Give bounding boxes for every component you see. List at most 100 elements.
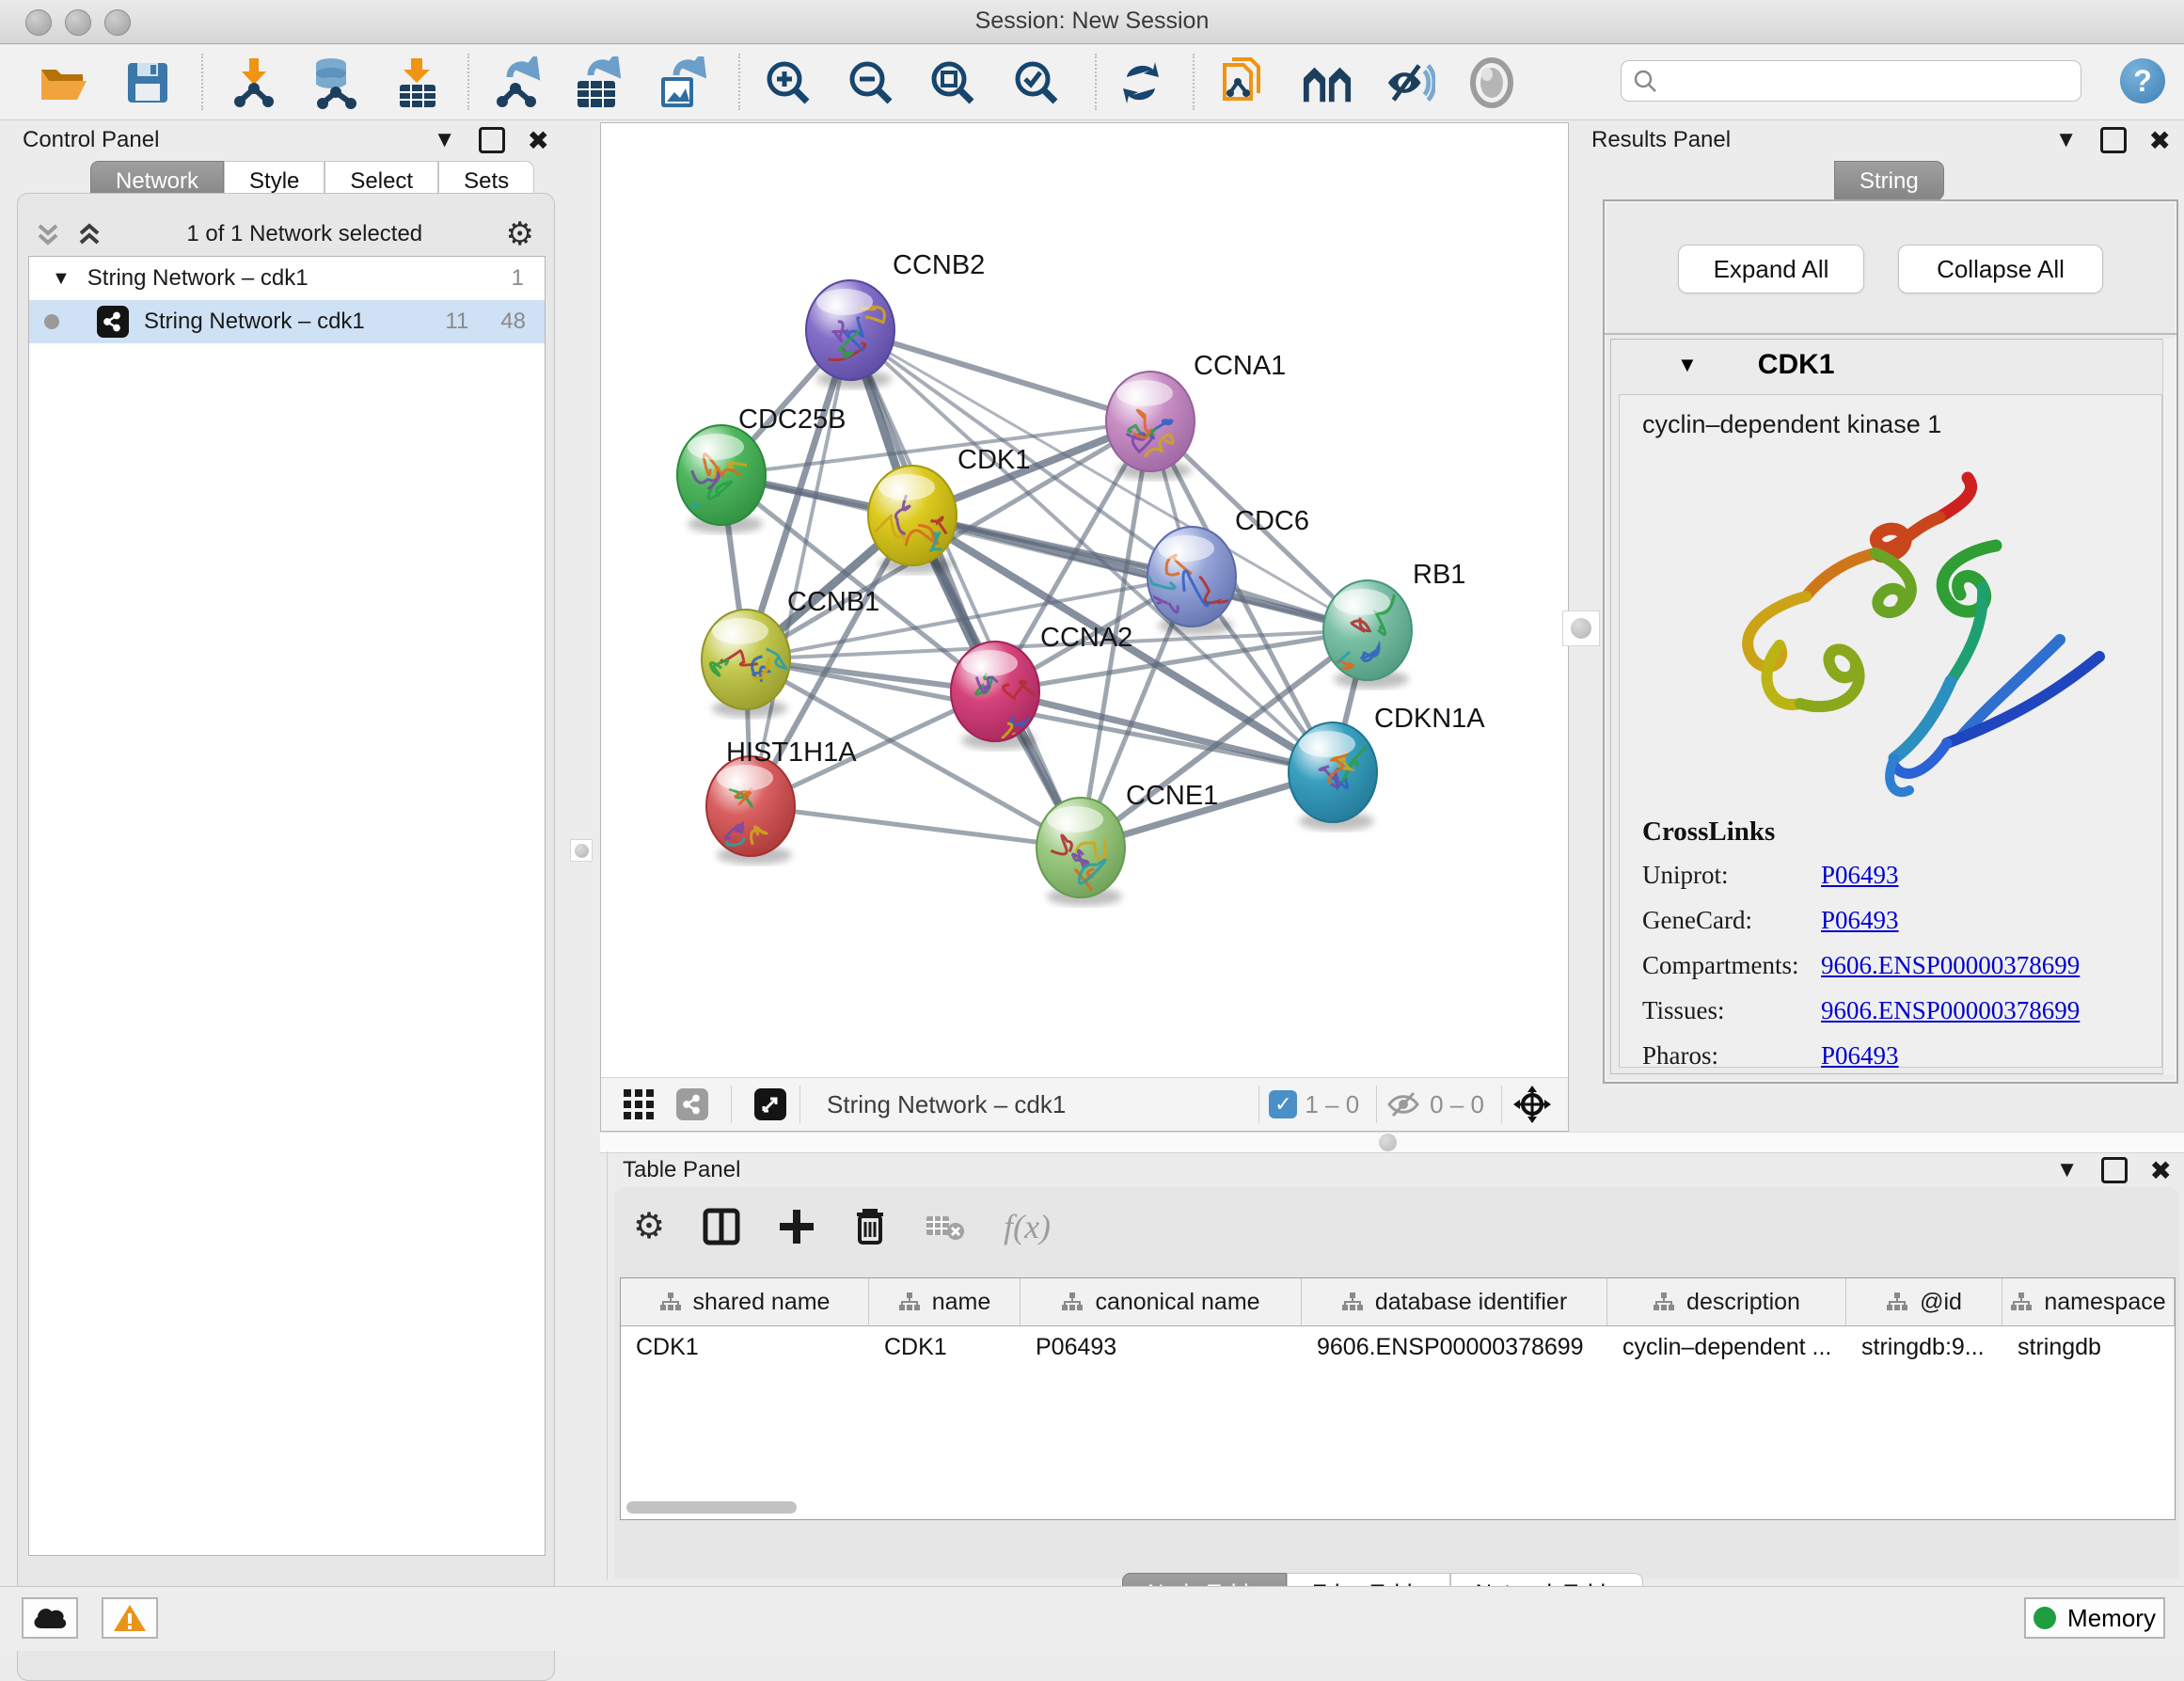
node-label-ccna2: CCNA2 <box>1040 623 1132 653</box>
crosslink-value-link[interactable]: P06493 <box>1821 1041 1899 1070</box>
save-floppy-icon <box>126 61 169 104</box>
clone-network-button[interactable] <box>1218 57 1269 108</box>
warnings-button[interactable] <box>102 1597 158 1639</box>
import-network-file-button[interactable] <box>229 57 279 108</box>
network-row-selected[interactable]: String Network – cdk1 11 48 <box>29 300 545 343</box>
zoom-in-icon <box>764 58 813 107</box>
open-session-button[interactable] <box>39 57 89 108</box>
column-header-label: namespace <box>2044 1289 2165 1316</box>
fit-selection-crosshair-icon[interactable] <box>1511 1084 1553 1125</box>
crosslink-label: GeneCard: <box>1620 906 1821 935</box>
results-close-icon[interactable]: ✖ <box>2149 125 2171 156</box>
network-edge[interactable] <box>850 330 1150 421</box>
panel-float-icon[interactable]: ▼ <box>434 127 456 153</box>
network-edge[interactable] <box>751 330 850 806</box>
tab-string[interactable]: String <box>1834 161 1944 200</box>
zoom-in-button[interactable] <box>763 57 814 108</box>
table-horizontal-scrollbar[interactable] <box>626 1501 797 1514</box>
horizontal-splitter-handle[interactable] <box>1379 1134 1397 1151</box>
save-session-button[interactable] <box>122 57 173 108</box>
panel-maximize-icon[interactable] <box>479 127 505 153</box>
table-float-icon[interactable]: ▼ <box>2056 1157 2079 1183</box>
delete-table-icon[interactable] <box>925 1211 966 1243</box>
eye-slash-icon <box>1385 59 1435 106</box>
node-label-cdk1: CDK1 <box>957 445 1030 475</box>
cloud-status-button[interactable] <box>22 1597 78 1639</box>
help-button[interactable]: ? <box>2120 58 2165 103</box>
export-network-button[interactable] <box>493 57 544 108</box>
column-header-label: name <box>932 1289 991 1316</box>
horizontal-splitter[interactable] <box>600 1132 2184 1153</box>
column-header-shared-name[interactable]: shared name <box>621 1278 869 1325</box>
import-network-database-button[interactable] <box>308 57 358 108</box>
crosslink-value-link[interactable]: 9606.ENSP00000378699 <box>1821 996 2080 1025</box>
collapse-all-networks-icon[interactable] <box>34 220 62 248</box>
first-neighbors-button[interactable] <box>1302 57 1353 108</box>
control-panel: Control Panel ▼ ✖ NetworkStyleSelectSets… <box>9 119 559 1565</box>
crosslink-value-link[interactable]: P06493 <box>1821 906 1899 935</box>
network-edge-count: 48 <box>500 309 526 335</box>
table-maximize-icon[interactable] <box>2101 1157 2128 1183</box>
birdseye-grid-icon[interactable] <box>622 1087 656 1121</box>
network-canvas[interactable]: CCNB2CCNA1CDC25BCDK1CDC6RB1CCNB1CCNA2CDK… <box>601 123 1568 1077</box>
zoom-fit-button[interactable] <box>927 57 978 108</box>
zoom-selected-button[interactable] <box>1011 57 1062 108</box>
column-header-name[interactable]: name <box>869 1278 1021 1325</box>
expand-all-networks-icon[interactable] <box>75 220 103 248</box>
import-table-button[interactable] <box>392 57 443 108</box>
column-header-label: shared name <box>693 1289 831 1316</box>
column-header-namespace[interactable]: namespace <box>2002 1278 2175 1325</box>
crosslinks-list: Uniprot:P06493GeneCard:P06493Compartment… <box>1620 852 2161 1078</box>
entry-expander-icon[interactable]: ▼ <box>1677 353 1698 377</box>
network-view-title: String Network – cdk1 <box>827 1090 1249 1119</box>
zoom-out-button[interactable] <box>846 57 896 108</box>
show-graphics-details-button[interactable] <box>1466 57 1517 108</box>
network-options-gear-icon[interactable]: ⚙ <box>506 218 534 250</box>
node-label-ccnb1: CCNB1 <box>787 587 879 617</box>
left-splitter-handle[interactable] <box>570 839 593 862</box>
hidden-eye-icon[interactable] <box>1386 1090 1422 1118</box>
network-edge[interactable] <box>751 806 1081 848</box>
table-options-gear-icon[interactable]: ⚙ <box>633 1209 665 1245</box>
column-header-description[interactable]: description <box>1607 1278 1846 1325</box>
column-header--id[interactable]: @id <box>1846 1278 2002 1325</box>
open-folder-icon <box>40 62 88 103</box>
results-maximize-icon[interactable] <box>2100 127 2127 153</box>
export-image-button[interactable] <box>656 57 706 108</box>
collection-expander-icon[interactable]: ▼ <box>52 268 71 290</box>
column-header-canonical-name[interactable]: canonical name <box>1021 1278 1302 1325</box>
import-network-icon <box>229 56 279 109</box>
results-scrollbar[interactable] <box>2162 339 2175 1074</box>
title-bar: Session: New Session <box>0 0 2184 44</box>
collapse-all-button[interactable]: Collapse All <box>1898 245 2103 293</box>
show-columns-icon[interactable] <box>703 1208 740 1245</box>
zoom-fit-icon <box>928 58 977 107</box>
search-input[interactable] <box>1621 60 2081 102</box>
network-view-toolbar: String Network – cdk1 ✓ 1 – 0 0 – 0 <box>601 1077 1568 1131</box>
node-gloss-highlight <box>1299 731 1355 757</box>
selected-nodes-checkbox[interactable]: ✓ <box>1269 1090 1297 1118</box>
add-column-icon[interactable] <box>778 1208 815 1245</box>
network-type-icon <box>97 306 129 338</box>
network-collection-row[interactable]: ▼ String Network – cdk1 1 <box>29 257 545 300</box>
panel-close-icon[interactable]: ✖ <box>528 125 549 156</box>
export-table-button[interactable] <box>572 57 623 108</box>
detach-view-icon[interactable] <box>754 1088 786 1120</box>
crosslink-value-link[interactable]: 9606.ENSP00000378699 <box>1821 951 2080 980</box>
table-row[interactable]: CDK1CDK1P064939606.ENSP00000378699cyclin… <box>621 1326 2175 1368</box>
function-builder-button[interactable]: f(x) <box>1004 1207 1051 1246</box>
column-header-database-identifier[interactable]: database identifier <box>1302 1278 1607 1325</box>
table-close-icon[interactable]: ✖ <box>2150 1155 2172 1186</box>
node-gloss-highlight <box>878 474 935 500</box>
network-type-toolbar-icon[interactable] <box>676 1088 708 1120</box>
memory-button[interactable]: Memory <box>2024 1597 2165 1639</box>
results-float-icon[interactable]: ▼ <box>2055 127 2078 153</box>
crosslink-row: Uniprot:P06493 <box>1620 852 2161 897</box>
crosslink-value-link[interactable]: P06493 <box>1821 861 1899 890</box>
expand-all-button[interactable]: Expand All <box>1678 245 1864 293</box>
network-edge[interactable] <box>850 330 1081 848</box>
delete-column-icon[interactable] <box>853 1207 887 1246</box>
apply-layout-button[interactable] <box>1116 57 1166 108</box>
hide-selected-button[interactable] <box>1385 57 1435 108</box>
column-header-label: description <box>1686 1289 1800 1316</box>
